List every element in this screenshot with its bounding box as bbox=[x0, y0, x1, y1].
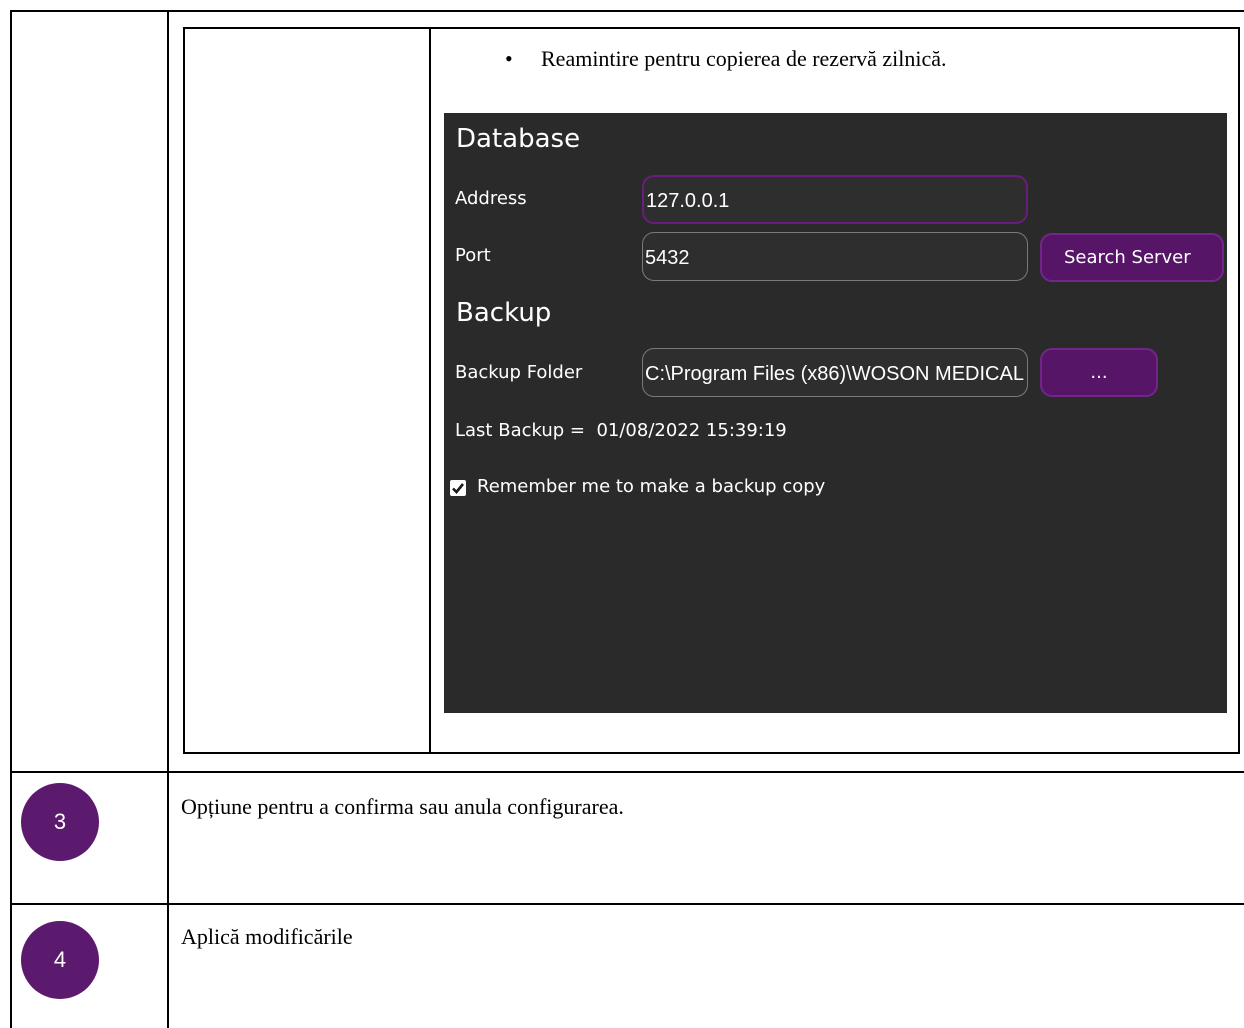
row4-text: Aplică modificările bbox=[181, 924, 353, 949]
row3-text: Opțiune pentru a confirma sau anula conf… bbox=[181, 794, 624, 819]
bullet-text: Reamintire pentru copierea de rezervă zi… bbox=[541, 46, 947, 71]
inner-table-divider bbox=[429, 27, 431, 754]
port-input[interactable]: 5432 bbox=[642, 232, 1028, 281]
backup-folder-label: Backup Folder bbox=[455, 362, 583, 383]
inner-table-right bbox=[1238, 27, 1240, 754]
step-3-badge: 3 bbox=[21, 783, 99, 861]
column-divider bbox=[167, 10, 169, 1028]
bullet-marker: • bbox=[505, 46, 513, 71]
search-server-button[interactable]: Search Server bbox=[1040, 233, 1224, 282]
outer-left-border bbox=[10, 10, 12, 1028]
address-input[interactable]: 127.0.0.1 bbox=[642, 175, 1028, 224]
step-4-badge: 4 bbox=[21, 921, 99, 999]
inner-table-left bbox=[183, 27, 185, 754]
address-label: Address bbox=[455, 188, 527, 209]
backup-title: Backup bbox=[456, 298, 552, 328]
row-divider-2 bbox=[10, 903, 1244, 905]
backup-folder-input[interactable]: C:\Program Files (x86)\WOSON MEDICAL bbox=[642, 348, 1028, 397]
outer-top-border bbox=[10, 10, 1244, 12]
inner-table-bottom bbox=[183, 752, 1240, 754]
port-label: Port bbox=[455, 245, 491, 266]
row-divider-1 bbox=[10, 771, 1244, 773]
last-backup-text: Last Backup = 01/08/2022 15:39:19 bbox=[455, 420, 787, 441]
remember-label[interactable]: Remember me to make a backup copy bbox=[477, 476, 825, 497]
database-title: Database bbox=[456, 124, 581, 154]
remember-checkbox[interactable] bbox=[450, 480, 466, 496]
browse-folder-button[interactable]: ... bbox=[1040, 348, 1158, 397]
inner-table-top bbox=[183, 27, 1240, 29]
settings-panel: Database Address 127.0.0.1 Port 5432 Sea… bbox=[444, 113, 1227, 713]
checkmark-icon bbox=[452, 483, 465, 494]
